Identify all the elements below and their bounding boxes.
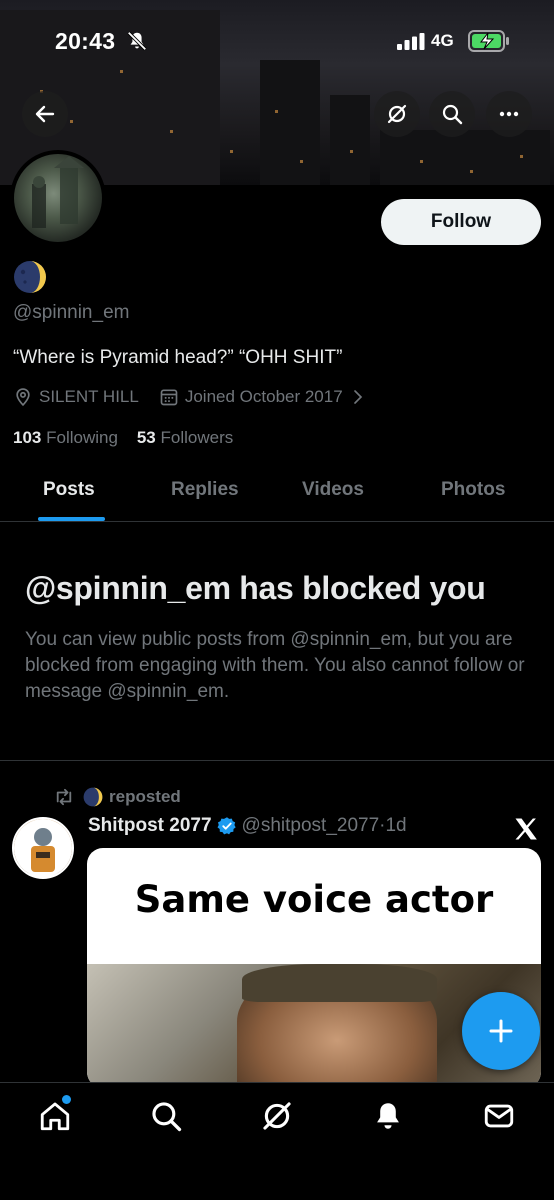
follow-button[interactable]: Follow [381,199,541,245]
post-author-name[interactable]: Shitpost 2077 [88,815,212,837]
profile-joined[interactable]: Joined October 2017 [185,387,343,407]
blocked-description: You can view public posts from @spinnin_… [25,629,525,702]
location-pin-icon [16,388,30,407]
grok-icon[interactable] [260,1099,294,1133]
home-notification-dot [62,1095,71,1104]
following-label: Following [46,428,118,447]
grok-icon [387,104,407,124]
moon-emoji-icon [83,787,103,807]
post-header: Shitpost 2077 @shitpost_2077 ·1d [88,815,407,837]
carrier-label: 4G [431,31,454,50]
x-logo-icon [515,818,537,840]
post-author-handle[interactable]: @shitpost_2077 [242,815,380,837]
following-link[interactable]: 103 Following [13,428,118,447]
messages-icon[interactable] [482,1099,516,1133]
bell-off-icon [127,31,147,51]
more-button[interactable] [486,91,532,137]
profile-tabs: Posts Replies Videos Photos [0,462,554,522]
post-author-avatar[interactable] [12,817,74,879]
media-caption: Same voice actor [134,878,494,921]
tab-posts[interactable]: Posts [43,479,95,501]
compose-button[interactable] [462,992,540,1070]
bottom-nav [0,1082,554,1200]
battery-charging-icon [468,30,509,52]
post-time: ·1d [379,815,407,836]
avatar-image [14,819,72,877]
search-icon[interactable] [149,1099,183,1133]
plus-icon [489,1019,513,1043]
repost-indicator: reposted [53,786,181,808]
search-button[interactable] [429,91,475,137]
moon-emoji-icon [14,261,46,293]
followers-link[interactable]: 53 Followers [137,428,233,447]
following-count: 103 [13,428,42,447]
status-bar: 20:43 4G [0,0,554,80]
verified-badge-icon [217,817,236,835]
profile-bio: “Where is Pyramid head?” “OHH SHIT” [13,347,343,368]
profile-handle: @spinnin_em [13,302,130,323]
more-dots-icon [499,111,519,117]
followers-count: 53 [136,428,156,447]
active-tab-indicator [38,517,105,521]
chevron-right-icon[interactable] [349,388,367,406]
blocked-title: @spinnin_em has blocked you [25,570,486,606]
media-bandana [242,964,437,1002]
repost-label: reposted [109,787,181,806]
grok-button[interactable] [374,91,420,137]
profile-meta: SILENT HILL Joined October 2017 [13,387,367,407]
profile-avatar[interactable] [10,150,106,246]
profile-location: SILENT HILL [39,387,139,406]
search-icon [442,104,463,125]
repost-icon [56,788,72,806]
followers-label: Followers [160,428,234,447]
back-button[interactable] [22,91,68,137]
avatar-image [32,156,84,228]
home-icon[interactable] [38,1099,72,1133]
arrow-left-icon [35,105,55,123]
calendar-icon [160,389,178,406]
tab-videos[interactable]: Videos [302,479,364,501]
profile-counts: 103 Following 53 Followers [13,428,233,448]
notifications-icon[interactable] [371,1099,405,1133]
tab-photos[interactable]: Photos [441,479,505,501]
section-divider [0,760,554,761]
signal-icon [397,33,425,50]
status-time: 20:43 [55,28,116,54]
tab-replies[interactable]: Replies [171,479,239,501]
